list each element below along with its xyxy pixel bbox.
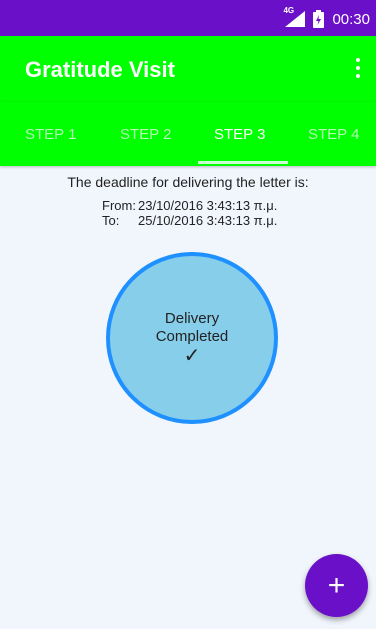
tab-step-1[interactable]: STEP 1: [25, 126, 76, 143]
from-value: 23/10/2016 3:43:13 π.μ.: [138, 198, 278, 213]
status-line-2: Completed: [155, 328, 229, 345]
app-title: Gratitude Visit: [25, 57, 175, 82]
checkmark-icon: ✓: [183, 345, 201, 367]
status-line-1: Delivery: [164, 310, 220, 327]
to-value: 25/10/2016 3:43:13 π.μ.: [138, 213, 278, 228]
tab-step-4[interactable]: STEP 4: [308, 126, 359, 143]
signal-icon: 4G: [283, 6, 306, 27]
app-bar: Gratitude Visit: [0, 36, 376, 102]
delivery-status-button[interactable]: Delivery Completed ✓: [106, 252, 278, 424]
battery-icon: [313, 10, 325, 28]
status-bar: 4G 00:30: [0, 0, 376, 36]
to-label: To:: [102, 213, 120, 228]
network-type: 4G: [283, 6, 295, 15]
step-tabs: STEP 1 STEP 2 STEP 3 STEP 4: [0, 102, 376, 166]
tab-step-2[interactable]: STEP 2: [120, 126, 171, 143]
clock: 00:30: [332, 10, 370, 28]
deadline-range: From: 23/10/2016 3:43:13 π.μ. To: 25/10/…: [102, 198, 277, 228]
tab-indicator: [198, 161, 288, 164]
add-button[interactable]: +: [305, 554, 368, 617]
deadline-heading: The deadline for delivering the letter i…: [67, 174, 309, 190]
tab-step-3[interactable]: STEP 3: [214, 126, 265, 143]
overflow-menu-icon[interactable]: [350, 54, 366, 82]
from-label: From:: [102, 198, 136, 213]
